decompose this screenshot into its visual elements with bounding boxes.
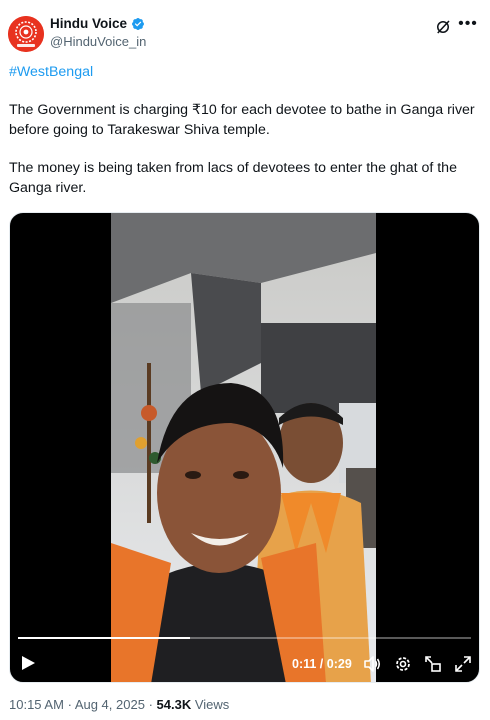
video-time: 0:11 / 0:29 [292,657,352,671]
avatar[interactable] [8,16,44,52]
grok-icon[interactable] [434,18,452,36]
meta-separator: · [148,697,153,712]
play-icon[interactable] [20,655,36,671]
video-progress-fill [18,637,190,639]
minimize-icon[interactable] [423,654,443,674]
verified-badge-icon [132,17,144,30]
video-progress-bar[interactable] [18,637,471,639]
video-frame[interactable] [111,213,376,682]
more-icon[interactable]: ••• [458,16,478,36]
tweet-paragraph-1: The Government is charging ₹10 for each … [9,102,475,138]
fullscreen-icon[interactable] [453,654,473,674]
tweet-header: Hindu Voice @HinduVoice_in ••• [8,14,482,54]
video-controls: 0:11 / 0:29 [10,649,479,679]
tweet-date[interactable]: Aug 4, 2025 [75,697,145,712]
hashtag-link[interactable]: #WestBengal [9,62,481,82]
display-name[interactable]: Hindu Voice [50,16,127,31]
volume-icon[interactable] [362,654,382,674]
tweet-paragraph-2: The money is being taken from lacs of de… [9,160,457,196]
tweet-meta: 10:15 AM · Aug 4, 2025 · 54.3K Views [9,697,229,712]
tweet-time[interactable]: 10:15 AM [9,697,64,712]
handle[interactable]: @HinduVoice_in [50,34,146,49]
views-label: Views [194,697,230,712]
settings-icon[interactable] [393,654,413,674]
tweet-text: #WestBengal The Government is charging ₹… [9,62,481,198]
meta-separator: · [67,697,72,712]
video-player[interactable]: 0:11 / 0:29 [9,212,480,683]
views-count: 54.3K [156,697,192,712]
